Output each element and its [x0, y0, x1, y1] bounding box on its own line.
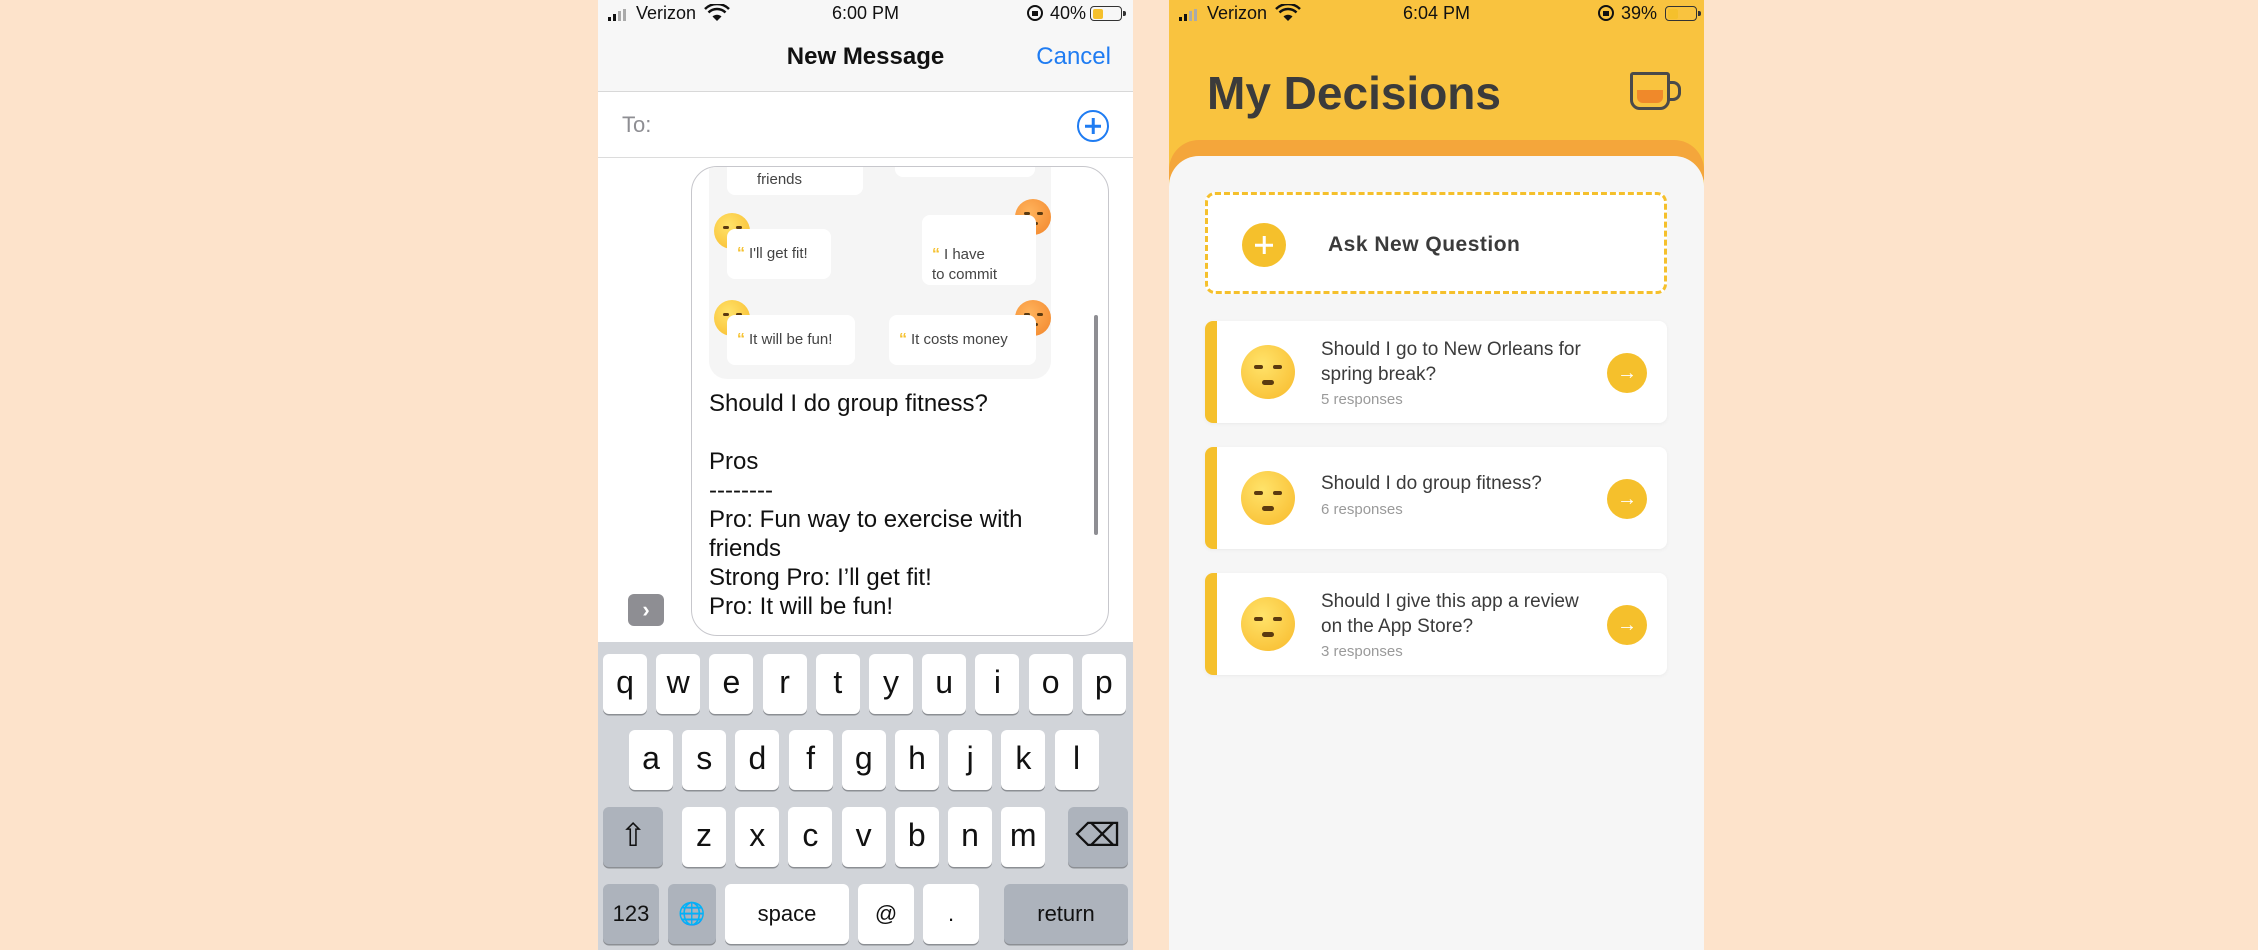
question-responses: 5 responses — [1321, 391, 1403, 408]
decisions-phone-screen: Verizon 6:04 PM 39% My Decisions Ask New… — [1169, 0, 1704, 950]
preview-card-friends: friends — [727, 167, 863, 195]
key-e[interactable]: e — [709, 654, 754, 714]
scrollbar[interactable] — [1094, 315, 1098, 535]
status-bar: Verizon 6:04 PM 39% — [1169, 0, 1704, 28]
space-key[interactable]: space — [725, 884, 849, 944]
preview-card-money: “It costs money — [889, 315, 1036, 365]
battery-icon — [1090, 6, 1126, 21]
key-w[interactable]: w — [656, 654, 701, 714]
preview-card-fun: “It will be fun! — [727, 315, 855, 365]
orientation-lock-icon — [1027, 5, 1043, 21]
smiling-face-icon — [1241, 597, 1295, 651]
open-question-arrow-icon[interactable]: → — [1607, 353, 1647, 393]
orientation-lock-icon — [1598, 5, 1614, 21]
shift-key-icon[interactable]: ⇧ — [603, 807, 663, 867]
key-y[interactable]: y — [869, 654, 913, 714]
nav-bar: New Message Cancel — [598, 28, 1133, 92]
question-card[interactable]: Should I do group fitness? 6 responses → — [1205, 447, 1667, 549]
preview-card-commit: “I have to commit — [922, 215, 1036, 285]
key-j[interactable]: j — [948, 730, 993, 790]
to-label: To: — [622, 112, 652, 137]
key-o[interactable]: o — [1028, 654, 1073, 714]
key-d[interactable]: d — [735, 730, 780, 790]
key-q[interactable]: q — [603, 654, 647, 714]
battery-icon — [1665, 6, 1701, 21]
key-k[interactable]: k — [1001, 730, 1046, 790]
key-n[interactable]: n — [948, 807, 992, 867]
keyboard: q w e r t y u i o p a s d f g h j k l ⇧ z x c v b n m ⌫ 123 🌐 space @. r… — [598, 642, 1133, 950]
preview-card-fit: “I'll get fit! — [727, 229, 831, 279]
plus-icon — [1242, 223, 1286, 267]
key-i[interactable]: i — [975, 654, 1020, 714]
battery-percent: 40% — [1050, 3, 1087, 23]
battery-percent: 39% — [1621, 3, 1658, 23]
key-l[interactable]: l — [1054, 730, 1099, 790]
backspace-key-icon[interactable]: ⌫ — [1068, 807, 1128, 867]
key-a[interactable]: a — [629, 730, 673, 790]
key-x[interactable]: x — [735, 807, 780, 867]
message-input-bubble[interactable]: friends “I'll get fit! “I have to commit… — [691, 166, 1109, 636]
question-text: Should I give this app a review on the A… — [1321, 591, 1579, 637]
key-h[interactable]: h — [895, 730, 939, 790]
globe-key-icon[interactable]: 🌐 — [668, 884, 716, 944]
question-responses: 6 responses — [1321, 501, 1403, 518]
cancel-button[interactable]: Cancel — [1036, 43, 1111, 71]
key-p[interactable]: p — [1081, 654, 1126, 714]
card-accent-stripe — [1205, 573, 1217, 675]
decisions-list: Ask New Question Should I go to New Orle… — [1169, 156, 1704, 950]
question-text: Should I do group fitness? — [1321, 473, 1542, 494]
message-text[interactable]: Should I do group fitness? Pros --------… — [709, 389, 1069, 621]
question-responses: 3 responses — [1321, 643, 1403, 660]
preview-card-top-right — [895, 167, 1035, 177]
key-g[interactable]: g — [841, 730, 886, 790]
key-s[interactable]: s — [682, 730, 727, 790]
smiling-face-icon — [1241, 471, 1295, 525]
question-card[interactable]: Should I give this app a review on the A… — [1205, 573, 1667, 675]
add-recipient-icon[interactable] — [1077, 110, 1109, 142]
question-text: Should I go to New Orleans for spring br… — [1321, 339, 1581, 385]
numbers-key[interactable]: 123 — [603, 884, 659, 944]
attached-preview-image: friends “I'll get fit! “I have to commit… — [709, 167, 1051, 379]
key-c[interactable]: c — [788, 807, 833, 867]
card-accent-stripe — [1205, 321, 1217, 423]
smiling-face-icon — [1241, 345, 1295, 399]
key-b[interactable]: b — [894, 807, 939, 867]
open-question-arrow-icon[interactable]: → — [1607, 605, 1647, 645]
key-u[interactable]: u — [922, 654, 967, 714]
tea-cup-icon[interactable] — [1630, 72, 1681, 110]
ask-new-question-label: Ask New Question — [1328, 233, 1521, 256]
key-v[interactable]: v — [841, 807, 886, 867]
messages-phone-screen: Verizon 6:00 PM 40% New Message Cancel T… — [598, 0, 1133, 950]
key-z[interactable]: z — [682, 807, 726, 867]
key-f[interactable]: f — [788, 730, 833, 790]
ask-new-question-button[interactable]: Ask New Question — [1205, 192, 1667, 294]
period-key[interactable]: . — [923, 884, 979, 944]
open-question-arrow-icon[interactable]: → — [1607, 479, 1647, 519]
key-t[interactable]: t — [815, 654, 860, 714]
key-r[interactable]: r — [762, 654, 807, 714]
app-drawer-chevron-icon[interactable]: › — [628, 594, 664, 626]
card-accent-stripe — [1205, 447, 1217, 549]
return-key[interactable]: return — [1004, 884, 1128, 944]
key-m[interactable]: m — [1001, 807, 1046, 867]
page-title: My Decisions — [1207, 67, 1501, 119]
at-key[interactable]: @ — [858, 884, 914, 944]
status-bar: Verizon 6:00 PM 40% — [598, 0, 1133, 28]
question-card[interactable]: Should I go to New Orleans for spring br… — [1205, 321, 1667, 423]
recipient-row[interactable]: To: — [598, 92, 1133, 158]
